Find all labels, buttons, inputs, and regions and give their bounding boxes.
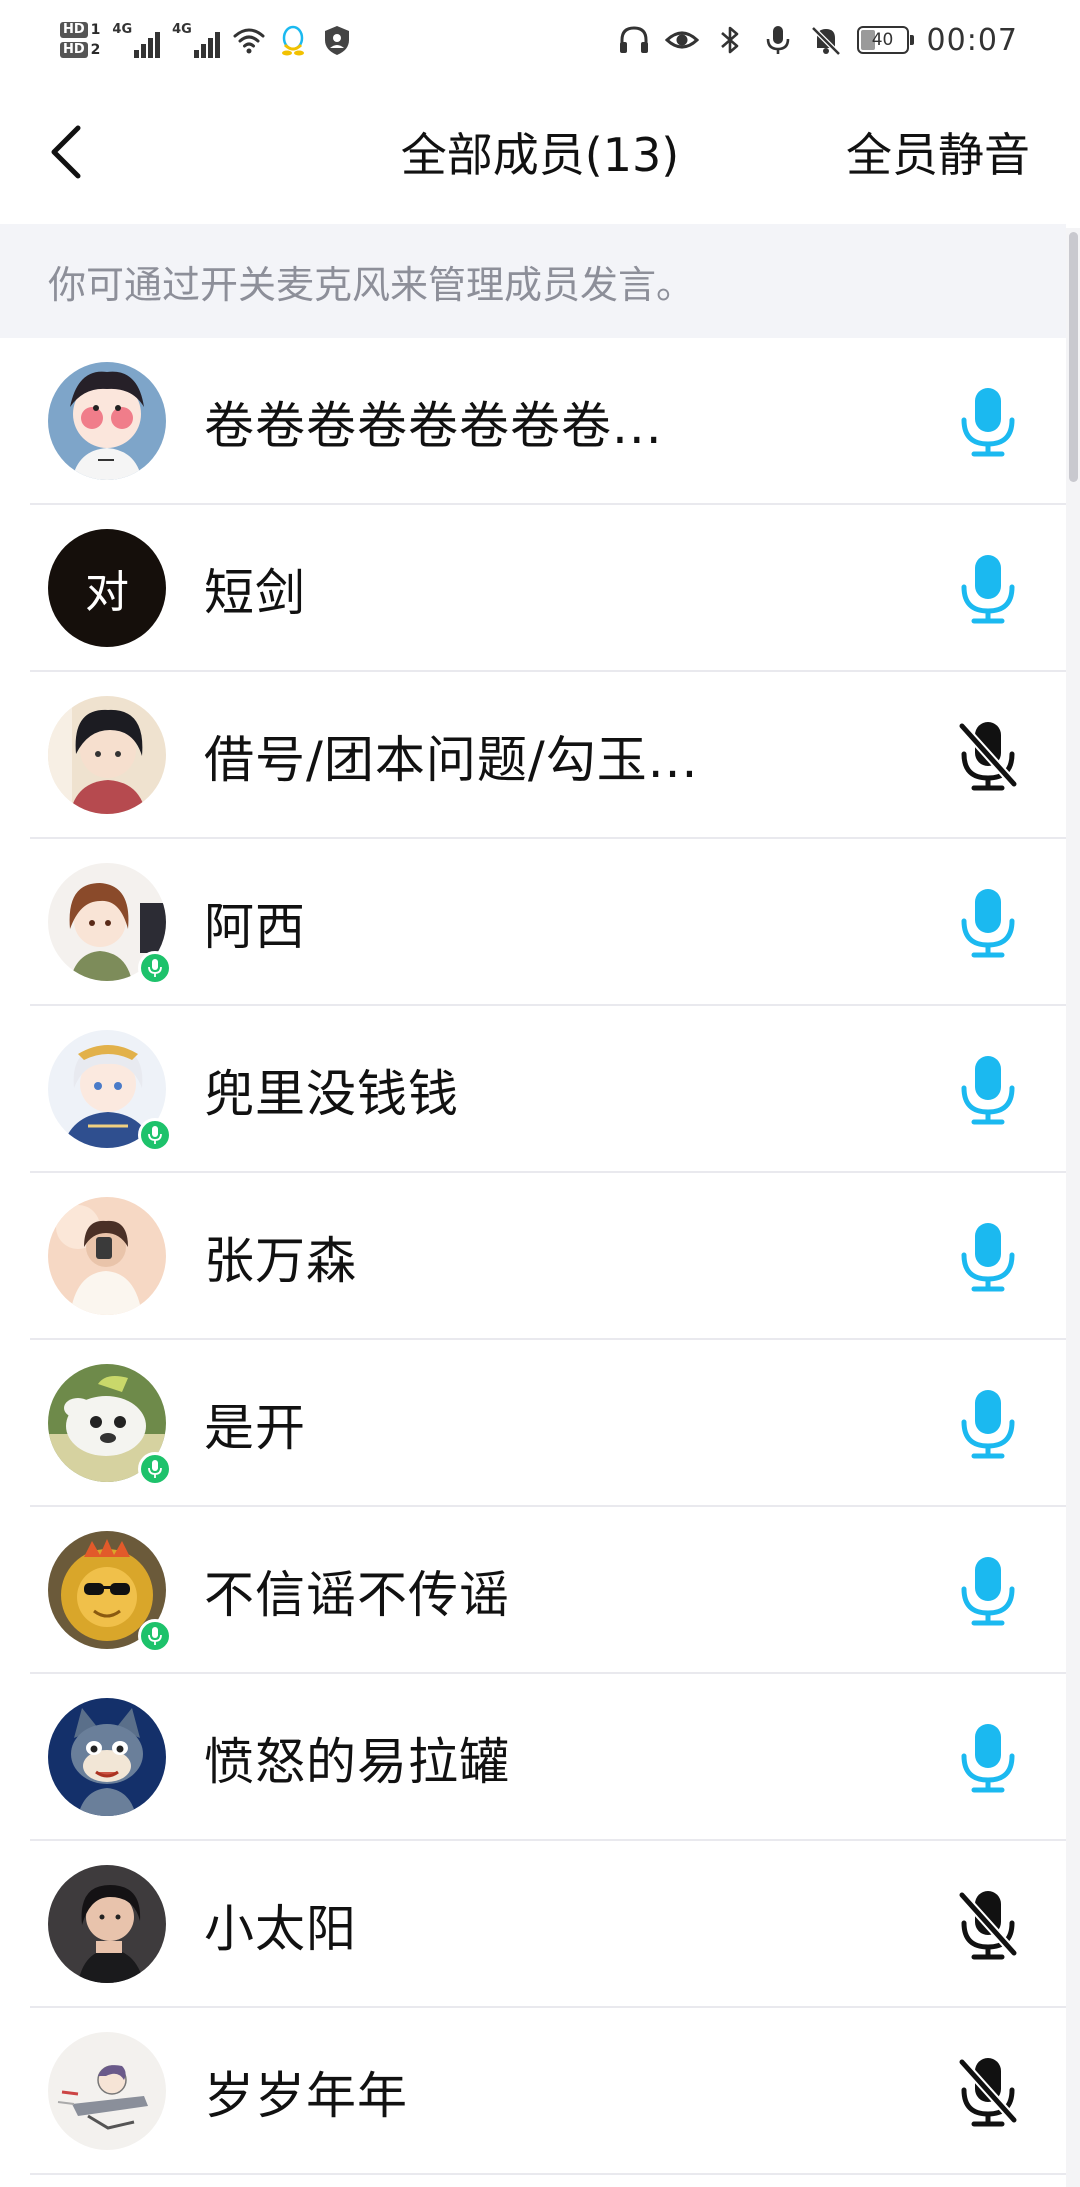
back-button[interactable] [34,116,98,188]
scrollbar-thumb[interactable] [1069,232,1078,482]
member-name: 兜里没钱钱 [204,1064,459,1123]
member-row[interactable]: 小太阳 [0,1841,1066,2008]
hd-badge-sim1: HD 1 [60,22,100,38]
wifi-icon [233,28,265,54]
status-bar: HD 1 HD 2 4G 4G 40 00:07 [0,0,1080,80]
member-row[interactable]: 兜里没钱钱 [0,1006,1066,1173]
signal-icon: 4G [112,22,162,58]
microphone-icon [766,26,789,54]
battery-level: 40 [871,30,894,50]
speaking-badge [138,951,172,985]
member-name: 借号/团本问题/勾玉... [204,730,699,789]
microphone-on-icon [961,1390,1015,1459]
microphone-on-icon [961,1223,1015,1292]
avatar[interactable] [48,1698,166,1816]
avatar[interactable] [48,2032,166,2150]
scrollbar-track[interactable] [1066,228,1080,2187]
member-name: 短剑 [204,563,306,622]
mic-on-toggle[interactable] [950,885,1026,961]
member-row[interactable]: 是开 [0,1340,1066,1507]
status-bar-right: 40 00:07 [617,8,1018,72]
mic-on-toggle[interactable] [950,1553,1026,1629]
microphone-on-icon [961,1056,1015,1125]
speaking-mic-icon [148,959,162,977]
member-row[interactable]: 对短剑 [0,505,1066,672]
member-name: 小太阳 [204,1899,357,1958]
mute-all-button[interactable]: 全员静音 [846,80,1030,224]
member-row[interactable]: 阿西 [0,839,1066,1006]
mic-on-toggle[interactable] [950,1720,1026,1796]
hint-text: 你可通过开关麦克风来管理成员发言。 [0,224,1066,338]
hd-indicators: HD 1 HD 2 [60,22,100,58]
member-name: 岁岁年年 [204,2066,408,2125]
microphone-off-icon [957,721,1019,791]
avatar[interactable] [48,1197,166,1315]
mic-on-toggle[interactable] [950,384,1026,460]
member-name: 阿西 [204,897,306,956]
mic-off-toggle[interactable] [950,1887,1026,1963]
microphone-on-icon [961,388,1015,457]
avatar[interactable]: 对 [48,529,166,647]
nav-bar: 全部成员(13) 全员静音 [0,80,1080,224]
mic-on-toggle[interactable] [950,1219,1026,1295]
signal-icon: 4G [172,22,222,58]
mic-off-toggle[interactable] [950,718,1026,794]
mic-on-toggle[interactable] [950,551,1026,627]
microphone-off-icon [957,1890,1019,1960]
member-row[interactable]: 借号/团本问题/勾玉... [0,672,1066,839]
microphone-on-icon [961,555,1015,624]
row-divider [30,2173,1066,2175]
chevron-left-icon [51,125,81,179]
member-name: 卷卷卷卷卷卷卷卷... [204,396,663,455]
speaking-badge [138,1452,172,1486]
member-name: 愤怒的易拉罐 [204,1732,510,1791]
avatar[interactable] [48,696,166,814]
member-row[interactable]: 卷卷卷卷卷卷卷卷... [0,338,1066,505]
battery-icon: 40 [856,26,914,54]
speaking-mic-icon [148,1126,162,1144]
microphone-off-icon [957,2057,1019,2127]
member-row[interactable]: 岁岁年年 [0,2008,1066,2175]
bell-off-icon [810,26,841,56]
member-name: 是开 [204,1398,306,1457]
member-row[interactable]: 愤怒的易拉罐 [0,1674,1066,1841]
microphone-on-icon [961,1724,1015,1793]
status-bar-left: HD 1 HD 2 4G 4G [60,8,364,72]
qq-icon [281,25,304,56]
member-list: 卷卷卷卷卷卷卷卷... 对短剑借号/团本问题/勾玉... 阿西兜里没钱钱张万森是开不… [0,338,1066,2175]
avatar-text: 对 [48,529,166,647]
speaking-mic-icon [148,1460,162,1478]
hd-badge-sim2: HD 2 [60,42,100,58]
speaking-badge [138,1619,172,1653]
headphones-icon [619,26,648,53]
member-name: 不信谣不传谣 [204,1565,510,1624]
mic-off-toggle[interactable] [950,2054,1026,2130]
bluetooth-icon [720,26,738,54]
microphone-on-icon [961,889,1015,958]
member-row[interactable]: 不信谣不传谣 [0,1507,1066,1674]
member-name: 张万森 [204,1231,357,1290]
speaking-mic-icon [148,1627,162,1645]
microphone-on-icon [961,1557,1015,1626]
member-row[interactable]: 张万森 [0,1173,1066,1340]
mic-on-toggle[interactable] [950,1386,1026,1462]
avatar[interactable] [48,362,166,480]
shield-icon [324,26,349,55]
speaking-badge [138,1118,172,1152]
status-time: 00:07 [926,22,1018,58]
avatar[interactable] [48,1865,166,1983]
eye-icon [664,31,699,49]
mic-on-toggle[interactable] [950,1052,1026,1128]
